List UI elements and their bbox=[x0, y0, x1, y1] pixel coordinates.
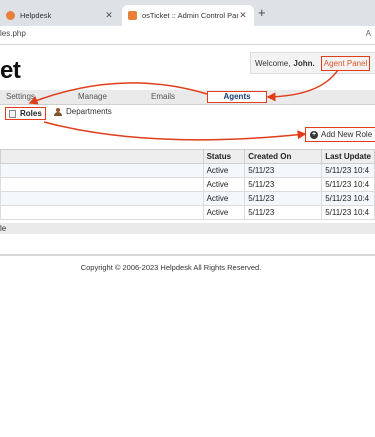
created-on-cell: 5/11/23 bbox=[244, 163, 323, 178]
agent-panel-link[interactable]: Agent Panel bbox=[320, 55, 371, 71]
logo[interactable]: et bbox=[0, 57, 21, 85]
add-new-role-button[interactable]: + Add New Role bbox=[305, 127, 375, 142]
plus-icon: + bbox=[310, 130, 318, 139]
table-header-row: Status Created On Last Update bbox=[0, 149, 375, 164]
subnav-item-departments[interactable]: Departments bbox=[54, 107, 112, 116]
created-on-cell: 5/11/23 bbox=[244, 191, 323, 206]
tab-settings[interactable]: Settings bbox=[6, 92, 35, 101]
browser-tab-admin-panel[interactable]: osTicket :: Admin Control Panel ✕ bbox=[122, 5, 254, 26]
tab-emails[interactable]: Emails bbox=[151, 92, 175, 101]
people-icon bbox=[54, 107, 62, 116]
subnav-item-label: Roles bbox=[20, 109, 42, 118]
role-name-cell[interactable] bbox=[0, 191, 204, 206]
role-name-cell[interactable] bbox=[0, 177, 204, 192]
welcome-text: Welcome, bbox=[255, 58, 291, 68]
add-new-role-label: Add New Role bbox=[321, 130, 373, 139]
osticket-favicon-icon bbox=[128, 11, 137, 20]
welcome-bar: Welcome, John. Agent Panel P bbox=[250, 52, 375, 74]
role-name-cell[interactable] bbox=[0, 205, 204, 220]
status-cell: Active bbox=[202, 163, 246, 178]
address-bar-right-fragment: A bbox=[365, 29, 371, 38]
browser-tab-helpdesk[interactable]: Helpdesk ✕ bbox=[0, 5, 120, 26]
tab-title: Helpdesk bbox=[20, 11, 52, 20]
created-on-cell: 5/11/23 bbox=[244, 205, 323, 220]
last-update-cell: 5/11/23 10:4 bbox=[321, 177, 375, 192]
column-header-last-update[interactable]: Last Update bbox=[321, 149, 375, 164]
table-footer: le bbox=[0, 223, 375, 234]
tab-agents[interactable]: Agents bbox=[207, 91, 267, 103]
tab-title: osTicket :: Admin Control Panel bbox=[142, 11, 238, 20]
table-row[interactable]: Active 5/11/23 5/11/23 10:4 bbox=[0, 177, 375, 192]
role-name-cell[interactable] bbox=[0, 163, 204, 178]
new-tab-button[interactable]: + bbox=[258, 5, 266, 20]
subnav-item-roles[interactable]: Roles bbox=[5, 107, 46, 120]
table-row[interactable]: Active 5/11/23 5/11/23 10:4 bbox=[0, 191, 375, 206]
close-icon[interactable]: ✕ bbox=[238, 10, 248, 21]
main-nav: Settings Manage Emails Agents bbox=[0, 90, 375, 105]
last-update-cell: 5/11/23 10:4 bbox=[321, 191, 375, 206]
column-header-created-on[interactable]: Created On bbox=[244, 149, 323, 164]
sub-nav: Roles Departments bbox=[0, 106, 375, 121]
table-row[interactable]: Active 5/11/23 5/11/23 10:4 bbox=[0, 163, 375, 178]
helpdesk-favicon-icon bbox=[6, 11, 15, 20]
roles-table: Status Created On Last Update Active 5/1… bbox=[0, 149, 375, 220]
page-content: et Welcome, John. Agent Panel P Settings… bbox=[0, 45, 375, 437]
last-update-cell: 5/11/23 10:4 bbox=[321, 205, 375, 220]
subnav-item-label: Departments bbox=[66, 107, 112, 116]
column-header-name[interactable] bbox=[0, 149, 204, 164]
tab-manage[interactable]: Manage bbox=[78, 92, 107, 101]
screenshot-root: Helpdesk ✕ osTicket :: Admin Control Pan… bbox=[0, 0, 375, 437]
document-icon bbox=[9, 109, 16, 118]
user-name: John. bbox=[293, 58, 315, 68]
address-bar[interactable]: les.php A bbox=[0, 26, 375, 45]
url-text: les.php bbox=[0, 29, 26, 38]
table-row[interactable]: Active 5/11/23 5/11/23 10:4 bbox=[0, 205, 375, 220]
status-cell: Active bbox=[202, 205, 246, 220]
status-cell: Active bbox=[202, 191, 246, 206]
close-icon[interactable]: ✕ bbox=[104, 10, 114, 21]
browser-tab-bar: Helpdesk ✕ osTicket :: Admin Control Pan… bbox=[0, 0, 375, 26]
column-header-status[interactable]: Status bbox=[202, 149, 246, 164]
last-update-cell: 5/11/23 10:4 bbox=[321, 163, 375, 178]
created-on-cell: 5/11/23 bbox=[244, 177, 323, 192]
footer-divider bbox=[0, 254, 375, 256]
copyright-text: Copyright © 2006-2023 Helpdesk All Right… bbox=[80, 263, 262, 272]
status-cell: Active bbox=[202, 177, 246, 192]
